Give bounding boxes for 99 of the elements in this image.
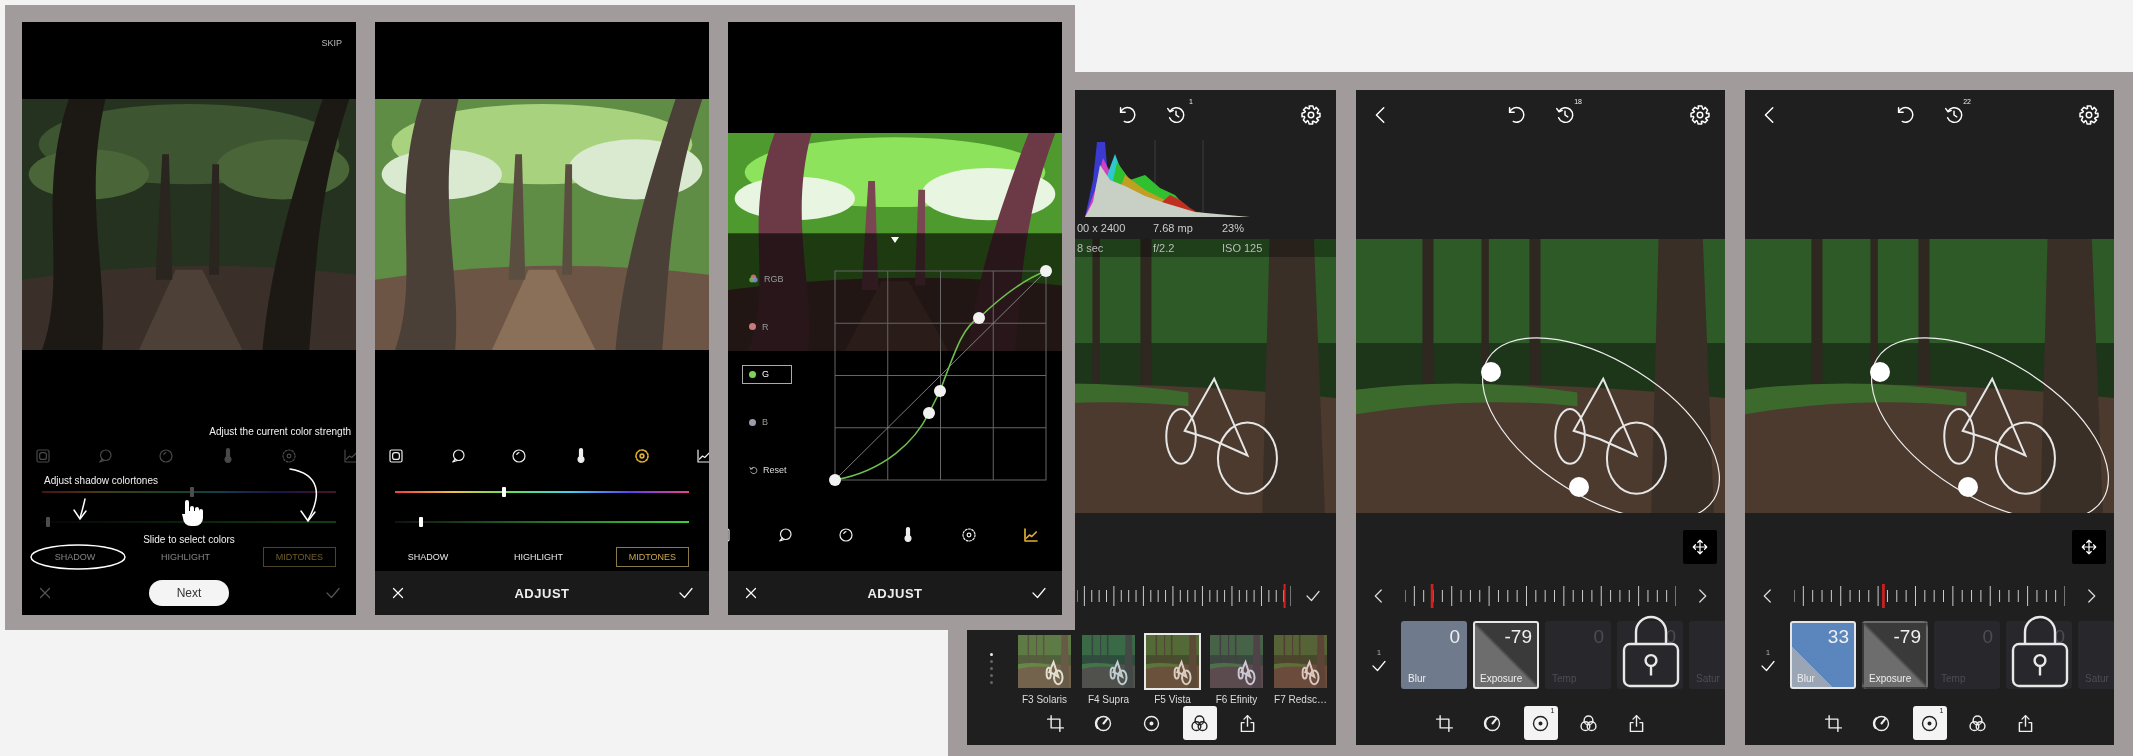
settings-icon[interactable] bbox=[1300, 104, 1322, 126]
circles-icon bbox=[1578, 712, 1599, 734]
count-text: 1 bbox=[1376, 648, 1382, 657]
reset-button[interactable]: Reset bbox=[742, 460, 835, 480]
adjustment-tile[interactable]: 0 Blur bbox=[1401, 621, 1467, 689]
curve-drawing[interactable] bbox=[828, 264, 1053, 487]
tile-label: Exposure bbox=[1480, 673, 1523, 684]
circle-icon[interactable] bbox=[510, 447, 529, 465]
page-dot[interactable] bbox=[989, 681, 993, 684]
filter-thumbnail[interactable] bbox=[1144, 633, 1201, 690]
circles-icon bbox=[1189, 712, 1210, 734]
channel-item[interactable]: B bbox=[742, 412, 792, 433]
page-dot[interactable] bbox=[989, 667, 993, 670]
filter-label: F7 Redsc… bbox=[1274, 694, 1327, 706]
ruler-scale[interactable] bbox=[1794, 584, 2065, 608]
ruler-scale[interactable] bbox=[1077, 584, 1291, 608]
dotted-circle-icon[interactable] bbox=[960, 526, 979, 544]
reset-icon bbox=[748, 464, 759, 476]
ruler-marker[interactable] bbox=[1882, 584, 1885, 608]
adjustment-tile[interactable]: -79 Exposure bbox=[1862, 621, 1928, 689]
tile-label: Blur bbox=[1408, 673, 1426, 684]
history-icon[interactable] bbox=[1554, 104, 1576, 126]
mask-handle[interactable] bbox=[1569, 477, 1589, 497]
mask-handle[interactable] bbox=[1958, 477, 1978, 497]
crop-icon bbox=[1434, 712, 1455, 734]
move-icon bbox=[1691, 538, 1709, 556]
tone-tab[interactable]: MIDTONES bbox=[615, 547, 690, 567]
ruler-marker[interactable] bbox=[1430, 584, 1434, 608]
filter-thumbnail[interactable] bbox=[1272, 633, 1329, 690]
screen-title: ADJUST bbox=[514, 585, 570, 601]
adjustment-tile[interactable]: -79 Exposure bbox=[1473, 621, 1539, 689]
count-text: 1 bbox=[1765, 648, 1771, 657]
tone-tab[interactable]: SHADOW bbox=[394, 547, 462, 567]
slider-thumb[interactable] bbox=[45, 517, 50, 527]
settings-icon[interactable] bbox=[2078, 104, 2100, 126]
screen-title: ADJUST bbox=[867, 585, 923, 601]
hint-text: Adjust shadow colortones bbox=[44, 474, 158, 486]
channel-item[interactable]: G bbox=[742, 364, 792, 385]
image-info: 23% bbox=[1222, 222, 1246, 234]
hint-text: Slide to select colors bbox=[143, 533, 235, 545]
history-icon[interactable] bbox=[1943, 104, 1965, 126]
ruler-marker[interactable] bbox=[1283, 584, 1286, 608]
page-dot[interactable] bbox=[989, 660, 993, 663]
triangle-icon bbox=[891, 237, 899, 243]
exif-text: f/2.2 bbox=[1153, 242, 1176, 254]
circle-icon[interactable] bbox=[837, 526, 856, 544]
tool-button[interactable] bbox=[1182, 706, 1217, 740]
page-dot[interactable] bbox=[989, 674, 993, 677]
dotted-circle-icon[interactable] bbox=[280, 447, 299, 465]
chart-icon[interactable] bbox=[694, 447, 709, 465]
exif-text: ISO 125 bbox=[1222, 242, 1264, 254]
filter-label: F4 Supra bbox=[1087, 694, 1130, 706]
tone-tab[interactable]: HIGHLIGHT bbox=[501, 547, 577, 567]
filter-thumbnail[interactable] bbox=[1208, 633, 1265, 690]
slider-thumb[interactable] bbox=[189, 487, 194, 497]
filter-label: F5 Vista bbox=[1154, 694, 1191, 706]
chart-icon[interactable] bbox=[1021, 526, 1040, 544]
filter-thumbnail[interactable] bbox=[1080, 633, 1137, 690]
arrow-drawing bbox=[73, 498, 87, 521]
tile-value: 0 bbox=[1449, 626, 1460, 648]
tone-tab[interactable]: SHADOW bbox=[41, 547, 109, 567]
mask-handle[interactable] bbox=[1870, 362, 1890, 382]
square-icon[interactable] bbox=[387, 447, 405, 465]
crop-icon bbox=[1045, 712, 1066, 734]
tone-tab[interactable]: HIGHLIGHT bbox=[148, 547, 224, 567]
history-icon[interactable] bbox=[1165, 104, 1187, 126]
filter-label: F6 Efinity bbox=[1215, 694, 1258, 706]
tile-value: 33 bbox=[1827, 626, 1849, 648]
exif-text: 8 sec bbox=[1077, 242, 1105, 254]
slider-thumb[interactable] bbox=[501, 487, 506, 497]
filter-label: F3 Solaris bbox=[1022, 694, 1067, 706]
tile-label: Blur bbox=[1797, 673, 1815, 684]
image-info: 00 x 2400 bbox=[1077, 222, 1127, 234]
tile-label: Exposure bbox=[1869, 673, 1912, 684]
circles-icon bbox=[1967, 712, 1988, 734]
adjustment-tile[interactable]: 33 Blur bbox=[1790, 621, 1856, 689]
arrow-drawing bbox=[289, 468, 318, 523]
move-button[interactable] bbox=[1683, 530, 1717, 564]
ruler-scale[interactable] bbox=[1405, 584, 1676, 608]
page-dot[interactable] bbox=[989, 653, 993, 656]
crop-icon bbox=[1823, 712, 1844, 734]
mask-handle[interactable] bbox=[1481, 362, 1501, 382]
tone-tab[interactable]: MIDTONES bbox=[262, 547, 337, 567]
dotted-circle-icon[interactable] bbox=[633, 447, 652, 465]
filter-thumbnail[interactable] bbox=[1016, 633, 1073, 690]
channel-item[interactable]: R bbox=[742, 316, 792, 337]
tile-value: -79 bbox=[1893, 626, 1921, 648]
next-button[interactable]: Next bbox=[149, 580, 229, 606]
rgb-icon bbox=[749, 274, 758, 284]
image-info: 7.68 mp bbox=[1153, 222, 1194, 234]
move-icon bbox=[2080, 538, 2098, 556]
hand-icon bbox=[182, 500, 203, 526]
hint-text: Adjust the current color strength bbox=[209, 425, 351, 437]
slider-thumb[interactable] bbox=[419, 517, 424, 527]
settings-icon[interactable] bbox=[1689, 104, 1711, 126]
channel-item[interactable]: RGB bbox=[742, 269, 792, 289]
tile-value: -79 bbox=[1504, 626, 1532, 648]
move-button[interactable] bbox=[2072, 530, 2106, 564]
skip-button[interactable]: SKIP bbox=[321, 38, 342, 48]
